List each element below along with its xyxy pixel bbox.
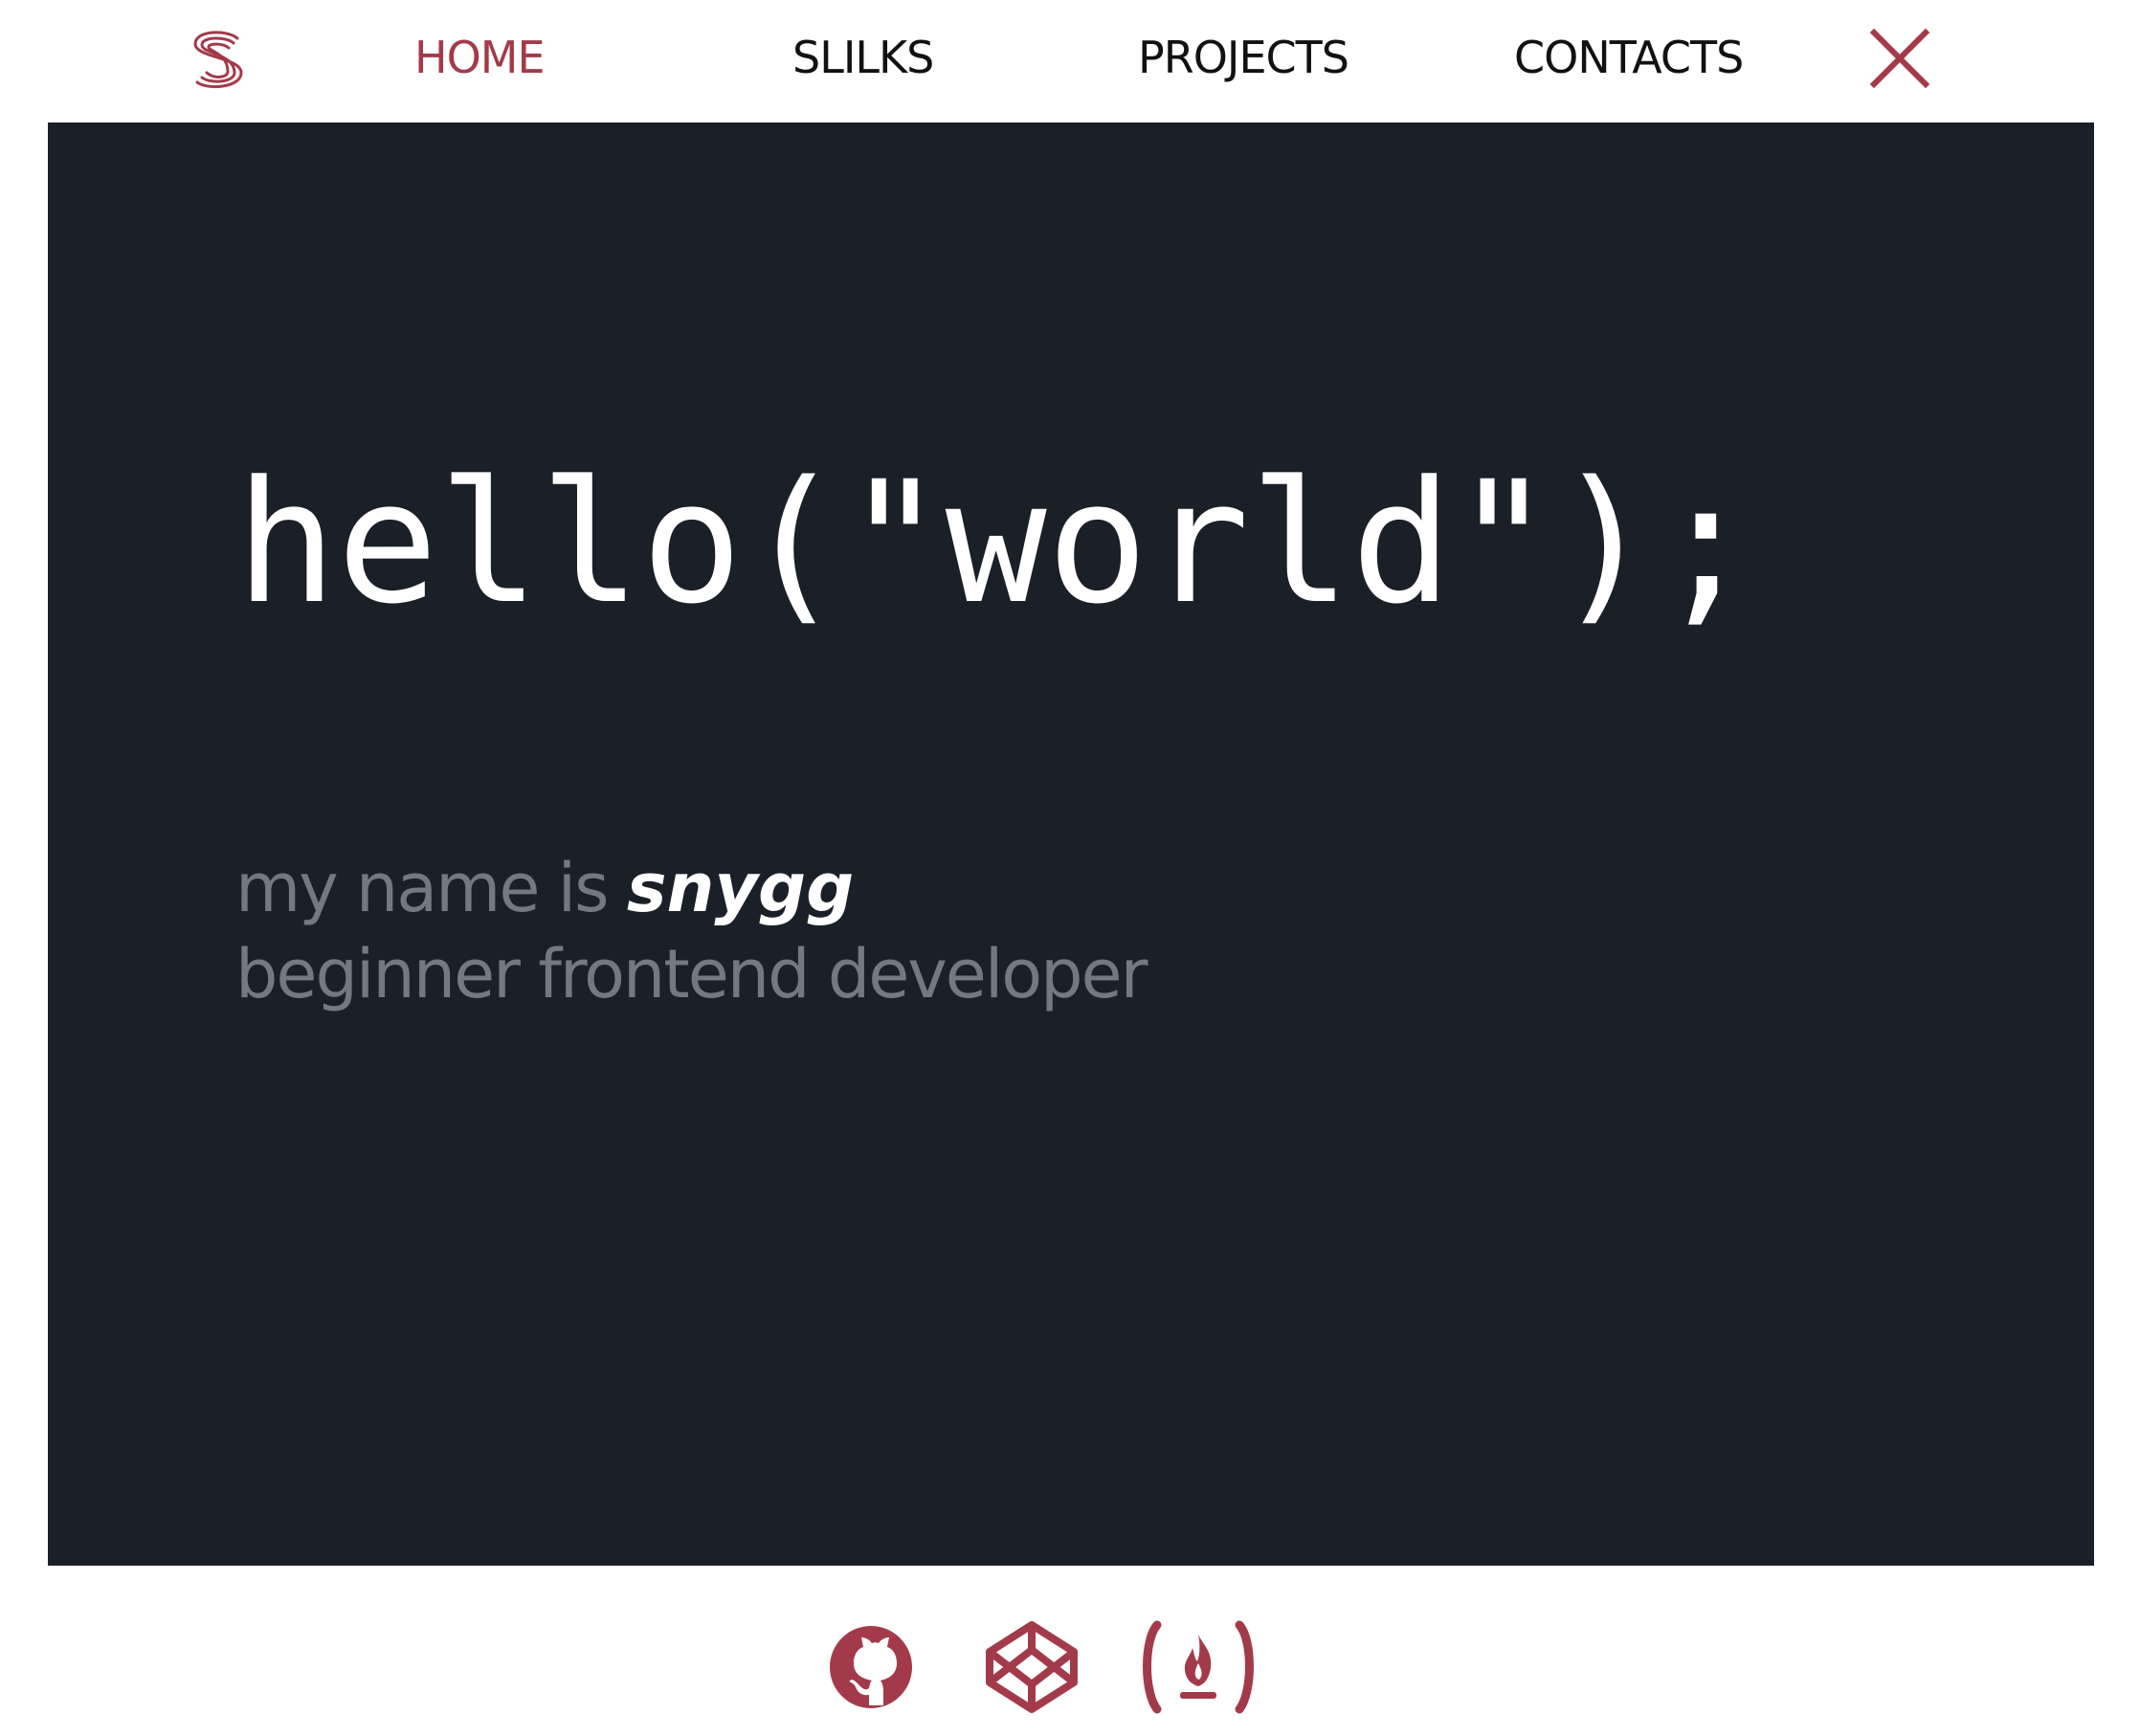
- nav-link-skills[interactable]: SLILKS: [792, 29, 934, 86]
- freecodecamp-icon: [1143, 1620, 1254, 1714]
- developer-name: snygg: [626, 849, 855, 927]
- github-icon: [830, 1626, 912, 1708]
- close-icon: [1869, 28, 1930, 89]
- s-logo-icon: [193, 31, 243, 89]
- site-logo[interactable]: [188, 27, 249, 94]
- codepen-icon: [986, 1621, 1078, 1713]
- nav-link-home[interactable]: HOME: [414, 29, 546, 86]
- top-navigation: HOME SLILKS PROJECTS CONTACTS: [0, 0, 2140, 122]
- nav-link-contacts[interactable]: CONTACTS: [1514, 29, 1744, 86]
- github-link[interactable]: [828, 1617, 914, 1717]
- freecodecamp-link[interactable]: [1136, 1617, 1260, 1717]
- name-line: my name is snygg: [235, 845, 1146, 931]
- hero-intro: my name is snygg beginner frontend devel…: [235, 845, 1148, 1017]
- developer-title: beginner frontend developer: [235, 935, 1148, 1013]
- hero-headline: hello("world");: [235, 445, 1757, 641]
- hero-section: hello("world"); my name is snygg beginne…: [48, 122, 2094, 1566]
- intro-prefix: my name is: [235, 849, 610, 927]
- codepen-link[interactable]: [982, 1617, 1081, 1717]
- nav-link-projects[interactable]: PROJECTS: [1138, 29, 1349, 86]
- close-menu-button[interactable]: [1868, 27, 1931, 90]
